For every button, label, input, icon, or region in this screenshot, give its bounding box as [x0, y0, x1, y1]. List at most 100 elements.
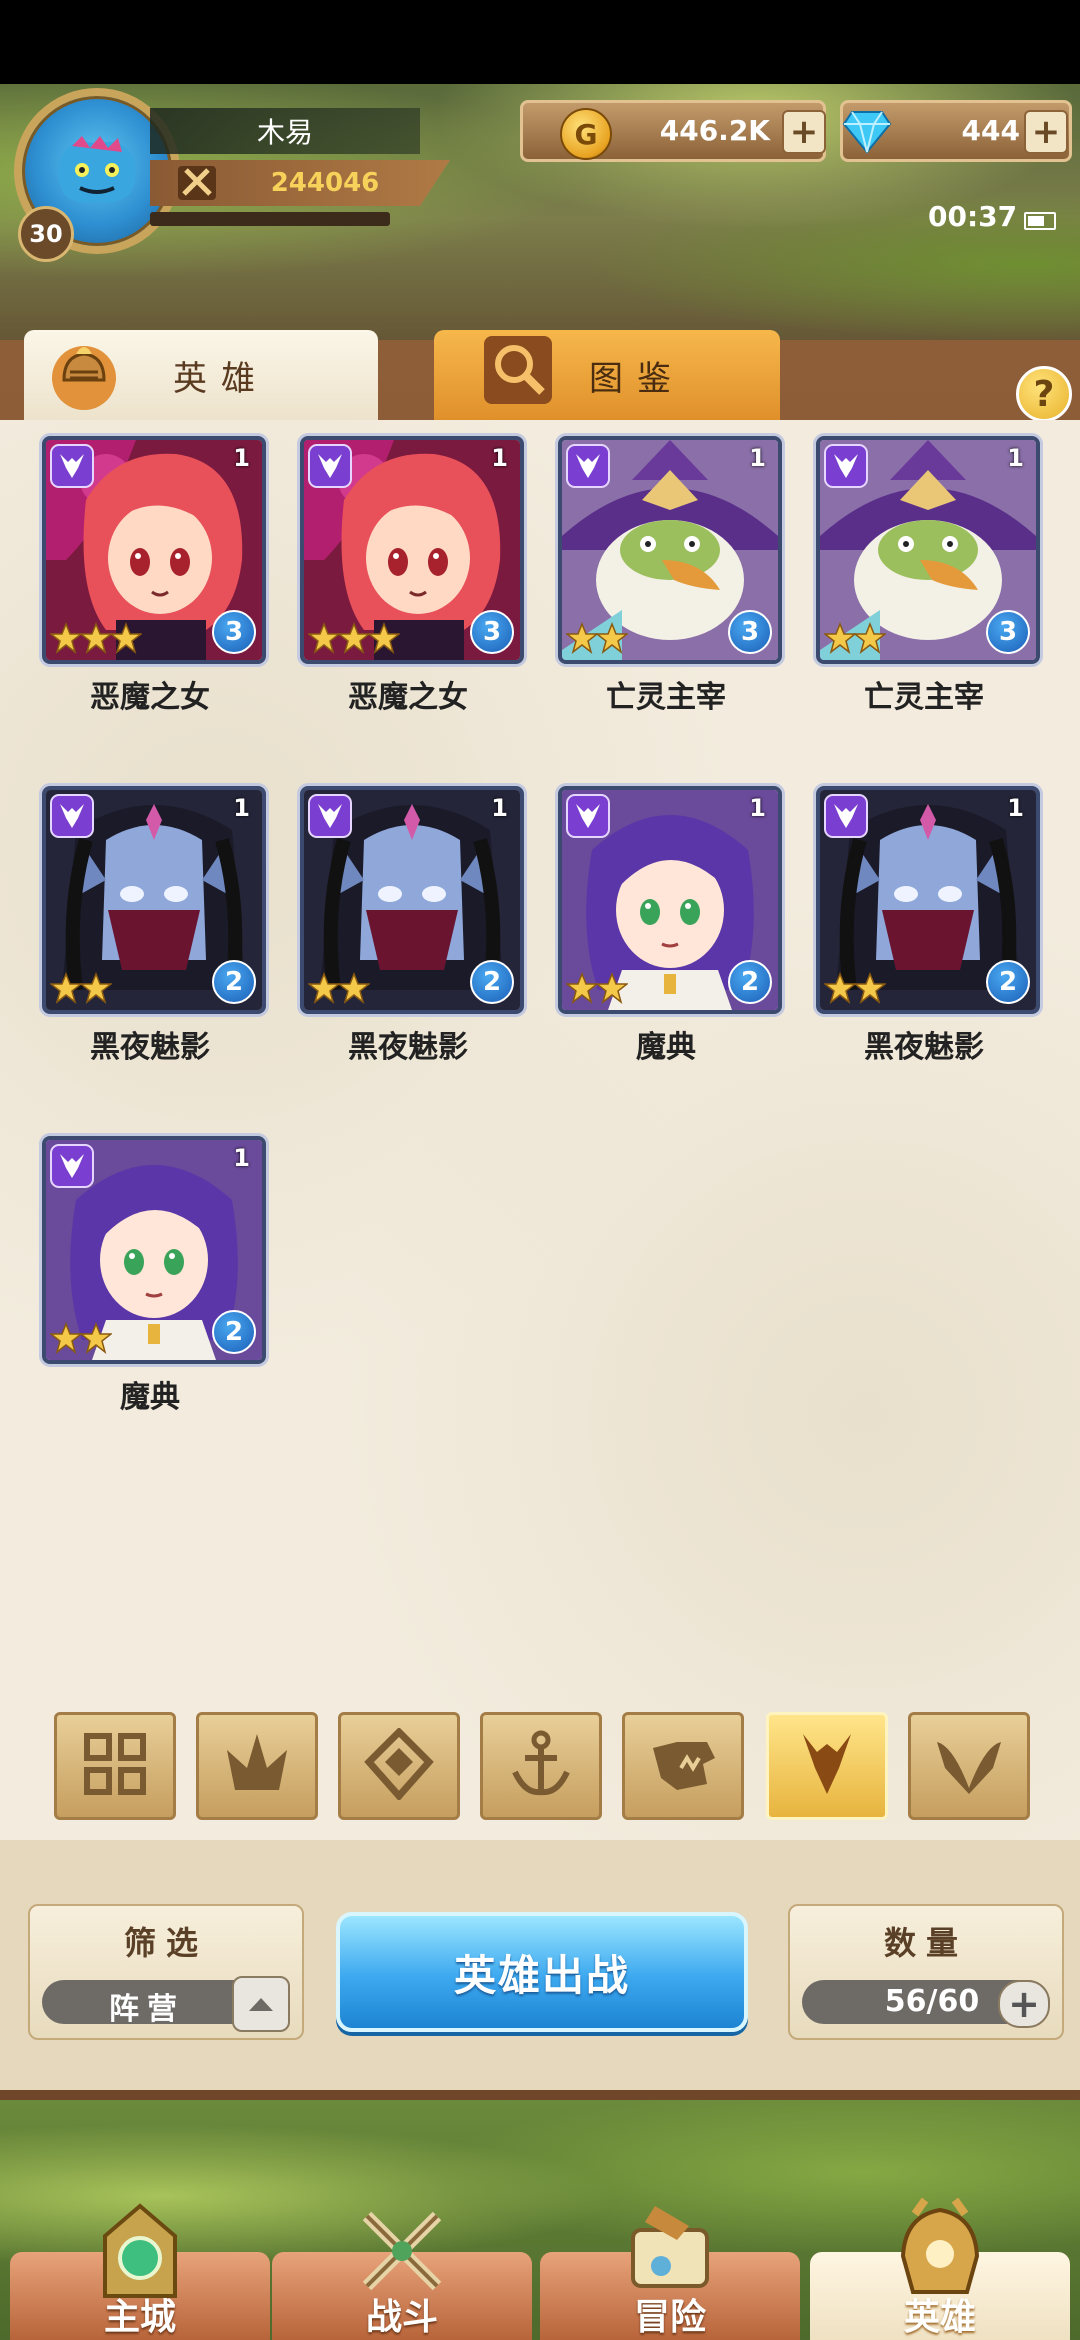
hero-name: 亡灵主宰	[606, 680, 726, 715]
hero-level: 1	[749, 444, 766, 472]
exp-bar	[150, 212, 390, 226]
hero-grade-badge: 2	[728, 960, 772, 1004]
leaf-faction-icon	[221, 1728, 293, 1804]
wing-faction-icon	[933, 1728, 1005, 1804]
beast-faction-icon	[647, 1728, 719, 1804]
star-rating	[50, 1322, 112, 1354]
hero-count-value: 56/60	[884, 1984, 980, 2019]
demon-faction-icon	[308, 444, 352, 488]
faction-filter-beast-faction[interactable]	[622, 1712, 744, 1820]
hero-card[interactable]: 13	[558, 436, 782, 664]
hero-grade-badge: 2	[986, 960, 1030, 1004]
diamond-gem-icon	[842, 111, 892, 154]
faction-filter-grid-all[interactable]	[54, 1712, 176, 1820]
hero-card[interactable]: 12	[300, 786, 524, 1014]
diamond-faction-icon	[363, 1727, 435, 1804]
crossed-swords-power-icon	[178, 166, 216, 200]
gold-coin-icon: G	[560, 108, 612, 160]
hero-level: 1	[749, 794, 766, 822]
tab-heroes-label: 英雄	[173, 358, 269, 399]
star-rating	[308, 622, 400, 654]
hero-grade-badge: 2	[212, 1310, 256, 1354]
filter-value: 阵营	[109, 1992, 185, 2027]
hero-name: 黑夜魅影	[864, 1030, 984, 1065]
add-gold-button[interactable]: +	[782, 110, 826, 154]
magnifier-icon	[484, 336, 552, 404]
anchor-faction-icon	[505, 1728, 577, 1804]
hero-grade-badge: 3	[728, 610, 772, 654]
hero-name: 黑夜魅影	[348, 1030, 468, 1065]
demon-faction-icon	[50, 444, 94, 488]
hero-name: 亡灵主宰	[864, 680, 984, 715]
demon-faction-icon	[566, 794, 610, 838]
player-name: 木易	[150, 108, 420, 154]
demon-faction-icon	[824, 794, 868, 838]
hero-card[interactable]: 13	[816, 436, 1040, 664]
hero-level: 1	[491, 444, 508, 472]
filter-dropdown[interactable]: 阵营	[42, 1976, 290, 2032]
demon-faction-icon	[308, 794, 352, 838]
hero-card[interactable]: 12	[42, 1136, 266, 1364]
hero-card[interactable]: 12	[42, 786, 266, 1014]
deploy-heroes-button[interactable]: 英雄出战	[336, 1912, 748, 2032]
demon-faction-icon	[50, 1144, 94, 1188]
faction-filter-diamond-faction[interactable]	[338, 1712, 460, 1820]
hero-card[interactable]: 12	[558, 786, 782, 1014]
nav-label: 冒险	[633, 2297, 706, 2338]
nav-label: 英雄	[903, 2297, 976, 2338]
hero-grade-badge: 3	[986, 610, 1030, 654]
demon-faction-icon	[566, 444, 610, 488]
demon-faction-icon	[824, 444, 868, 488]
filter-box: 筛选 阵营	[28, 1904, 304, 2040]
grid-all-icon	[79, 1728, 151, 1804]
hero-name: 魔典	[120, 1380, 180, 1415]
add-gem-button[interactable]: +	[1024, 110, 1068, 154]
hero-level: 1	[233, 794, 250, 822]
demon-faction-icon	[791, 1728, 863, 1804]
filter-title: 筛选	[123, 1924, 208, 1962]
star-rating	[566, 622, 628, 654]
faction-filter-leaf-faction[interactable]	[196, 1712, 318, 1820]
monster-face-icon	[58, 136, 136, 203]
hero-level: 1	[233, 1144, 250, 1172]
hero-count-pill: 56/60 +	[802, 1980, 1050, 2028]
hero-count-box: 数量 56/60 +	[788, 1904, 1064, 2040]
clock-time: 00:37	[928, 200, 1018, 233]
hero-level: 1	[1007, 444, 1024, 472]
expand-capacity-button[interactable]: +	[998, 1980, 1050, 2028]
player-level-badge: 30	[18, 206, 74, 262]
hero-level: 1	[233, 444, 250, 472]
hero-name: 恶魔之女	[348, 680, 468, 715]
star-rating	[308, 972, 370, 1004]
star-rating	[566, 972, 628, 1004]
faction-filter-wing-faction[interactable]	[908, 1712, 1030, 1820]
nav-label: 战斗	[365, 2297, 438, 2338]
battery-icon	[1024, 212, 1056, 230]
hero-grade-badge: 2	[212, 960, 256, 1004]
count-title: 数量	[883, 1924, 968, 1962]
hero-card[interactable]: 13	[42, 436, 266, 664]
hero-card[interactable]: 13	[300, 436, 524, 664]
knight-helmet-icon	[52, 346, 116, 410]
hero-name: 黑夜魅影	[90, 1030, 210, 1065]
star-rating	[50, 622, 142, 654]
star-rating	[50, 972, 112, 1004]
star-rating	[824, 972, 886, 1004]
combat-power-value: 244046	[270, 168, 380, 198]
faction-filter-demon-faction[interactable]	[766, 1712, 888, 1820]
faction-filter-anchor-faction[interactable]	[480, 1712, 602, 1820]
tab-heroes[interactable]: 英雄	[24, 330, 378, 420]
hero-level: 1	[1007, 794, 1024, 822]
hero-grade-badge: 3	[212, 610, 256, 654]
system-status-bar	[0, 0, 1080, 84]
tab-codex-label: 图鉴	[589, 358, 685, 399]
demon-faction-icon	[50, 794, 94, 838]
tab-codex[interactable]: 图鉴	[434, 330, 780, 420]
hero-grade-badge: 3	[470, 610, 514, 654]
hero-level: 1	[491, 794, 508, 822]
help-button[interactable]: ?	[1016, 366, 1072, 422]
hero-name: 恶魔之女	[90, 680, 210, 715]
hero-card[interactable]: 12	[816, 786, 1040, 1014]
gem-amount: 444	[961, 113, 1020, 147]
chevron-up-icon[interactable]	[232, 1976, 290, 2032]
